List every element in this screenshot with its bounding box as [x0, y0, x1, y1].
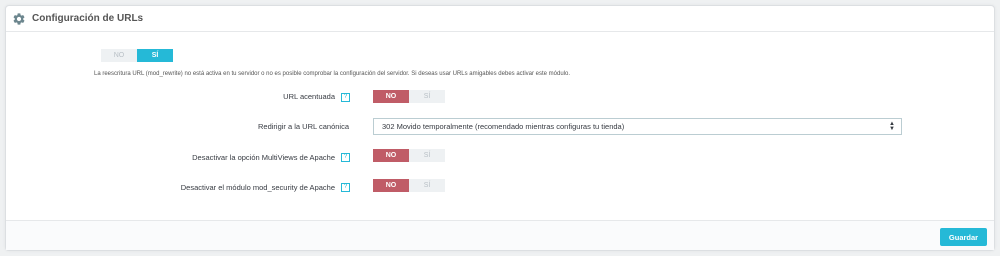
mod-security-help-icon[interactable]: ?: [341, 183, 350, 192]
multiviews-switch-yes[interactable]: SÍ: [409, 149, 445, 162]
multiviews-label: Desactivar la opción MultiViews de Apach…: [192, 153, 335, 162]
multiviews-help-icon[interactable]: ?: [341, 153, 350, 162]
accented-url-switch-no[interactable]: NO: [373, 90, 409, 103]
gear-icon: [13, 12, 25, 25]
url-settings-panel: Configuración de URLs NO SÍ La reescritu…: [5, 5, 995, 251]
multiviews-switch-no[interactable]: NO: [373, 149, 409, 162]
mod-security-switch[interactable]: NO SÍ: [373, 179, 445, 192]
rewrite-switch-yes[interactable]: SÍ: [137, 49, 173, 62]
rewrite-switch-no[interactable]: NO: [101, 49, 137, 62]
canonical-redirect-value: 302 Movido temporalmente (recomendado mi…: [382, 122, 625, 131]
accented-url-switch[interactable]: NO SÍ: [373, 90, 445, 103]
rewrite-help-text: La reescritura URL (mod_rewrite) no está…: [94, 71, 571, 77]
accented-url-switch-yes[interactable]: SÍ: [409, 90, 445, 103]
canonical-redirect-label: Redirigir a la URL canónica: [257, 122, 349, 131]
rewrite-switch[interactable]: NO SÍ: [101, 49, 173, 62]
panel-heading: Configuración de URLs: [6, 6, 994, 32]
multiviews-switch[interactable]: NO SÍ: [373, 149, 445, 162]
mod-security-switch-no[interactable]: NO: [373, 179, 409, 192]
mod-security-switch-yes[interactable]: SÍ: [409, 179, 445, 192]
panel-footer: Guardar: [6, 220, 994, 250]
canonical-redirect-select[interactable]: 302 Movido temporalmente (recomendado mi…: [373, 118, 902, 135]
select-arrows-icon: ▲ ▼: [889, 121, 895, 132]
panel-title: Configuración de URLs: [32, 13, 144, 24]
save-button[interactable]: Guardar: [940, 228, 987, 246]
mod-security-label: Desactivar el módulo mod_security de Apa…: [180, 183, 335, 192]
accented-url-label: URL acentuada: [283, 92, 335, 101]
accented-url-help-icon[interactable]: ?: [341, 93, 350, 102]
